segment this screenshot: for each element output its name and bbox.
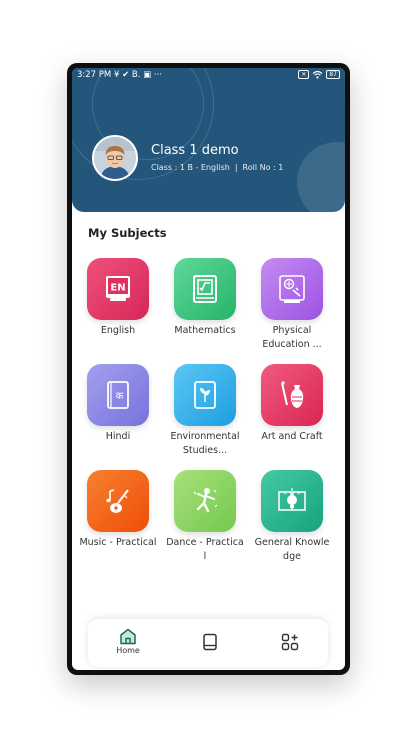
battery-icon: 87	[326, 70, 340, 79]
environmental-studies-tile	[174, 364, 236, 426]
dance-icon	[193, 488, 218, 513]
general-knowledge-icon	[278, 488, 306, 511]
mathematics-icon	[193, 275, 217, 303]
meta-separator: |	[234, 163, 238, 172]
status-time: 3:27 PM	[77, 70, 112, 80]
environmental-studies-icon	[194, 381, 216, 409]
status-right: ✕ 87	[298, 70, 340, 79]
subject-label: Mathematics	[174, 325, 236, 336]
bottom-nav: Home	[88, 619, 328, 667]
status-notification-icons: ¥ ✔ B. ▣ ···	[113, 70, 162, 80]
general-knowledge-tile	[261, 470, 323, 532]
nav-more-apps[interactable]	[260, 619, 320, 667]
subject-label: General Knowledge	[254, 537, 330, 562]
subject-card-environmental-studies[interactable]: Environmental Studies...	[160, 364, 250, 458]
art-and-craft-tile	[261, 364, 323, 426]
phone-frame: 3:27 PM ¥ ✔ B. ▣ ··· ✕ 87 Class 1 demo C…	[67, 63, 350, 675]
subject-card-dance-practical[interactable]: Dance - Practical	[160, 470, 250, 564]
avatar[interactable]	[92, 135, 138, 181]
profile-name: Class 1 demo	[151, 143, 239, 158]
subject-card-mathematics[interactable]: Mathematics	[160, 258, 250, 338]
art-and-craft-icon	[281, 381, 304, 408]
wifi-icon	[312, 70, 323, 79]
hindi-icon: क	[107, 381, 129, 409]
subject-label: Environmental Studies...	[170, 431, 240, 456]
subject-label: Physical Education ...	[262, 325, 322, 350]
subject-label: Dance - Practical	[166, 537, 244, 562]
status-left: 3:27 PM ¥ ✔ B. ▣ ···	[77, 68, 162, 82]
dance-tile	[174, 470, 236, 532]
mathematics-tile	[174, 258, 236, 320]
roll-number: Roll No : 1	[242, 163, 284, 172]
subject-label: English	[100, 325, 136, 336]
svg-text:क: क	[116, 391, 124, 402]
english-icon: EN	[106, 276, 130, 301]
sim-icon: ✕	[298, 70, 310, 79]
music-icon	[106, 489, 129, 513]
nav-home-label: Home	[116, 646, 140, 655]
physical-education-icon	[279, 275, 305, 303]
home-icon	[120, 628, 136, 645]
section-title: My Subjects	[88, 226, 167, 240]
subject-card-physical-education[interactable]: Physical Education ...	[247, 258, 337, 352]
subject-card-music-practical[interactable]: Music - Practical	[73, 470, 163, 550]
profile-header: 3:27 PM ¥ ✔ B. ▣ ··· ✕ 87 Class 1 demo C…	[72, 68, 345, 212]
nav-books[interactable]	[180, 619, 240, 667]
app-screen: 3:27 PM ¥ ✔ B. ▣ ··· ✕ 87 Class 1 demo C…	[72, 68, 345, 670]
subject-label: Hindi	[105, 431, 131, 442]
hindi-tile: क	[87, 364, 149, 426]
subject-card-general-knowledge[interactable]: General Knowledge	[247, 470, 337, 564]
subject-label: Music - Practical	[79, 537, 157, 548]
class-info: Class : 1 B - English	[151, 163, 230, 172]
book-icon	[203, 633, 217, 651]
status-bar: 3:27 PM ¥ ✔ B. ▣ ··· ✕ 87	[72, 68, 345, 82]
music-tile	[87, 470, 149, 532]
subject-card-hindi[interactable]: क Hindi	[73, 364, 163, 444]
svg-text:EN: EN	[110, 283, 125, 294]
subject-label: Art and Craft	[261, 431, 323, 442]
english-tile: EN	[87, 258, 149, 320]
nav-home[interactable]: Home	[98, 619, 158, 667]
subject-card-art-and-craft[interactable]: Art and Craft	[247, 364, 337, 444]
physical-education-tile	[261, 258, 323, 320]
student-photo	[94, 137, 136, 179]
header-decoration-circle	[297, 142, 345, 212]
subject-card-english[interactable]: EN English	[73, 258, 163, 338]
apps-add-icon	[281, 633, 299, 651]
profile-meta: Class : 1 B - English | Roll No : 1	[151, 163, 283, 172]
